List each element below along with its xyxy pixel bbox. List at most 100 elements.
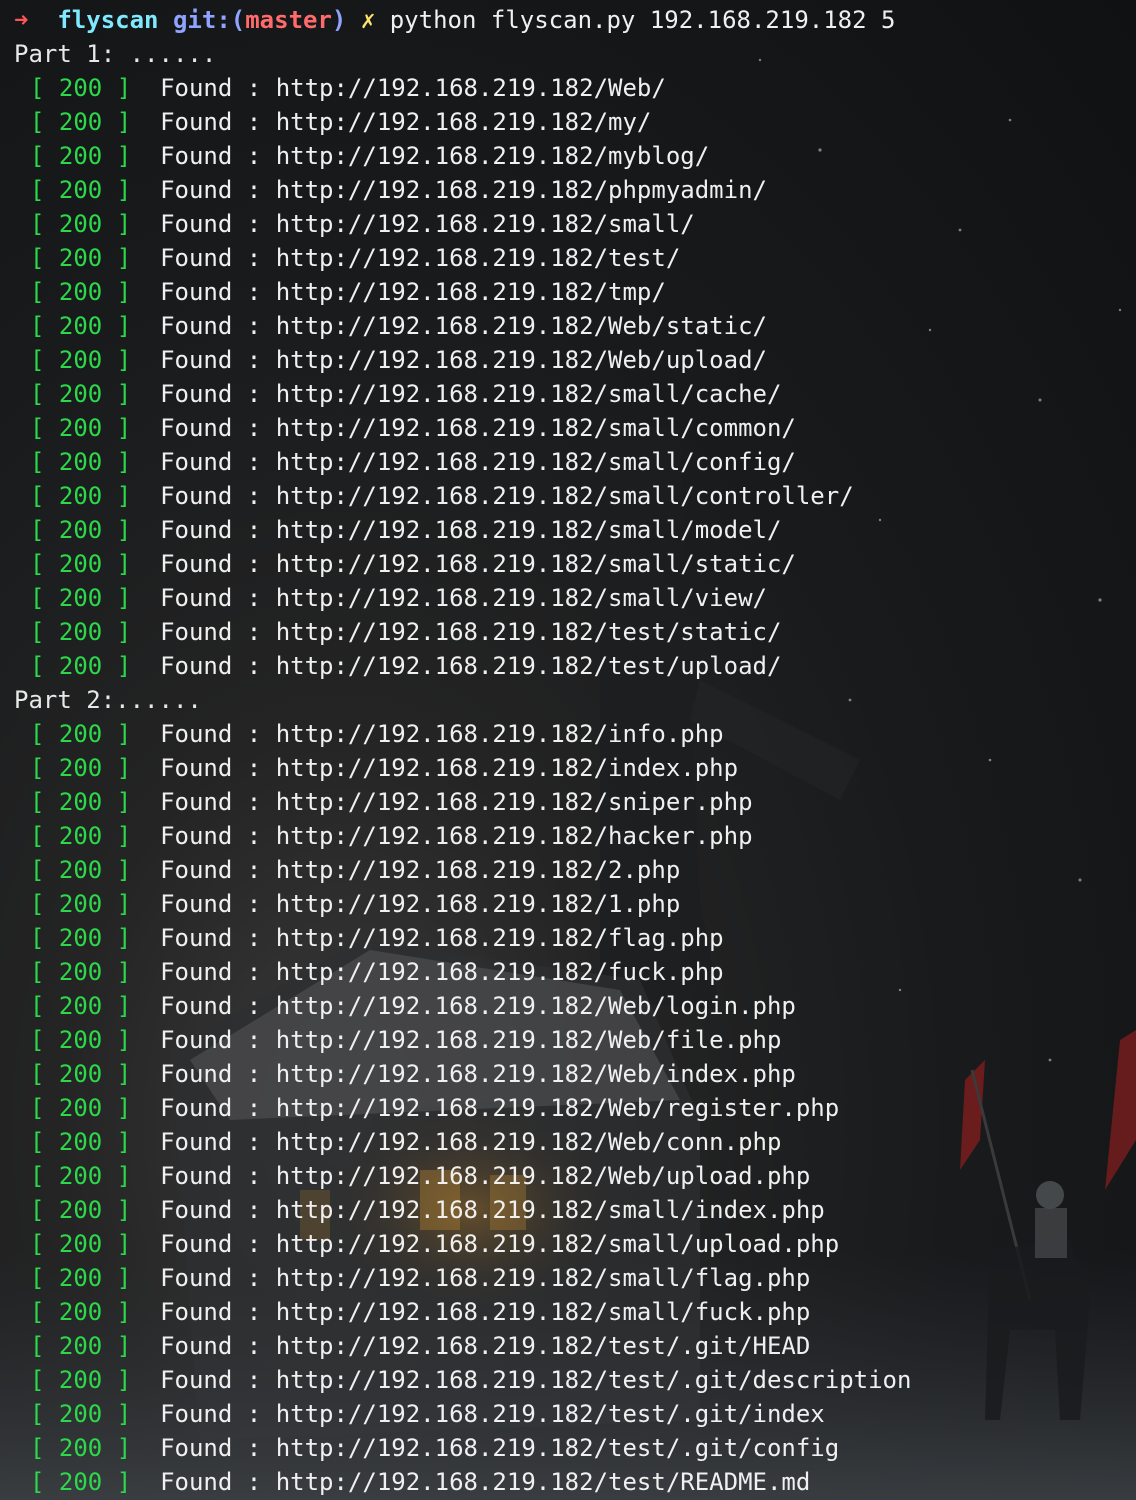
status-close-bracket: ] [102,1128,132,1156]
status-open-bracket: [ [30,1400,59,1428]
found-url: http://192.168.219.182/index.php [275,754,739,782]
status-open-bracket: [ [30,1332,59,1360]
found-label: Found [160,754,233,782]
found-url: http://192.168.219.182/Web/file.php [275,1026,782,1054]
separator: : [232,1298,276,1326]
status-close-bracket: ] [102,924,132,952]
status-open-bracket: [ [30,1094,59,1122]
result-line: [ 200 ] Found : http://192.168.219.182/t… [0,275,1136,309]
found-label: Found [160,924,233,952]
status-open-bracket: [ [30,74,59,102]
status-open-bracket: [ [30,244,59,272]
result-line: [ 200 ] Found : http://192.168.219.182/W… [0,1091,1136,1125]
result-line: [ 200 ] Found : http://192.168.219.182/s… [0,1295,1136,1329]
result-line: [ 200 ] Found : http://192.168.219.182/t… [0,1329,1136,1363]
status-code: 200 [58,244,103,272]
result-line: [ 200 ] Found : http://192.168.219.182/t… [0,241,1136,275]
status-code: 200 [58,618,103,646]
found-label: Found [160,958,233,986]
separator: : [232,448,276,476]
found-label: Found [160,720,233,748]
status-open-bracket: [ [30,448,59,476]
found-label: Found [160,176,233,204]
found-url: http://192.168.219.182/small/common/ [275,414,796,442]
status-close-bracket: ] [102,1332,132,1360]
status-close-bracket: ] [102,788,132,816]
status-code: 200 [58,74,103,102]
found-url: http://192.168.219.182/test/.git/HEAD [275,1332,811,1360]
found-label: Found [160,108,233,136]
found-label: Found [160,550,233,578]
found-url: http://192.168.219.182/Web/login.php [275,992,796,1020]
separator: : [232,210,276,238]
prompt-git-label: git:( [172,6,246,34]
found-label: Found [160,1128,233,1156]
status-open-bracket: [ [30,1162,59,1190]
status-close-bracket: ] [102,414,132,442]
found-url: http://192.168.219.182/small/ [275,210,695,238]
found-label: Found [160,1264,233,1292]
status-code: 200 [58,754,103,782]
status-close-bracket: ] [102,958,132,986]
separator: : [232,1332,276,1360]
found-label: Found [160,74,233,102]
status-code: 200 [58,176,103,204]
result-line: [ 200 ] Found : http://192.168.219.182/h… [0,819,1136,853]
separator: : [232,380,276,408]
found-url: http://192.168.219.182/small/flag.php [275,1264,811,1292]
found-url: http://192.168.219.182/small/fuck.php [275,1298,811,1326]
status-open-bracket: [ [30,618,59,646]
found-label: Found [160,278,233,306]
status-close-bracket: ] [102,1468,132,1496]
result-line: [ 200 ] Found : http://192.168.219.182/W… [0,343,1136,377]
found-url: http://192.168.219.182/Web/static/ [275,312,767,340]
found-label: Found [160,652,233,680]
status-open-bracket: [ [30,1060,59,1088]
status-close-bracket: ] [102,278,132,306]
status-open-bracket: [ [30,924,59,952]
found-label: Found [160,1060,233,1088]
result-line: [ 200 ] Found : http://192.168.219.182/2… [0,853,1136,887]
result-line: [ 200 ] Found : http://192.168.219.182/W… [0,989,1136,1023]
status-open-bracket: [ [30,890,59,918]
status-open-bracket: [ [30,822,59,850]
found-label: Found [160,346,233,374]
status-close-bracket: ] [102,108,132,136]
found-url: http://192.168.219.182/Web/ [275,74,666,102]
terminal-window[interactable]: ➜ flyscan git:(master) ✗ python flyscan.… [0,0,1136,1500]
status-code: 200 [58,1162,103,1190]
result-line: [ 200 ] Found : http://192.168.219.182/W… [0,309,1136,343]
status-code: 200 [58,652,103,680]
result-line: [ 200 ] Found : http://192.168.219.182/s… [0,377,1136,411]
status-code: 200 [58,1434,103,1462]
found-label: Found [160,312,233,340]
found-label: Found [160,618,233,646]
separator: : [232,312,276,340]
separator: : [232,1434,276,1462]
separator: : [232,142,276,170]
found-url: http://192.168.219.182/sniper.php [275,788,753,816]
status-close-bracket: ] [102,142,132,170]
found-url: http://192.168.219.182/phpmyadmin/ [275,176,767,204]
status-open-bracket: [ [30,1298,59,1326]
found-url: http://192.168.219.182/test/.git/config [275,1434,840,1462]
status-code: 200 [58,890,103,918]
status-code: 200 [58,516,103,544]
separator: : [232,550,276,578]
separator: : [232,244,276,272]
status-close-bracket: ] [102,1230,132,1258]
status-code: 200 [58,720,103,748]
separator: : [232,1230,276,1258]
status-code: 200 [58,380,103,408]
result-line: [ 200 ] Found : http://192.168.219.182/t… [0,1363,1136,1397]
status-close-bracket: ] [102,992,132,1020]
separator: : [232,924,276,952]
found-label: Found [160,822,233,850]
status-close-bracket: ] [102,890,132,918]
found-url: http://192.168.219.182/Web/upload/ [275,346,767,374]
status-code: 200 [58,1230,103,1258]
status-close-bracket: ] [102,74,132,102]
found-url: http://192.168.219.182/small/model/ [275,516,782,544]
result-line: [ 200 ] Found : http://192.168.219.182/s… [0,411,1136,445]
found-url: http://192.168.219.182/my/ [275,108,652,136]
